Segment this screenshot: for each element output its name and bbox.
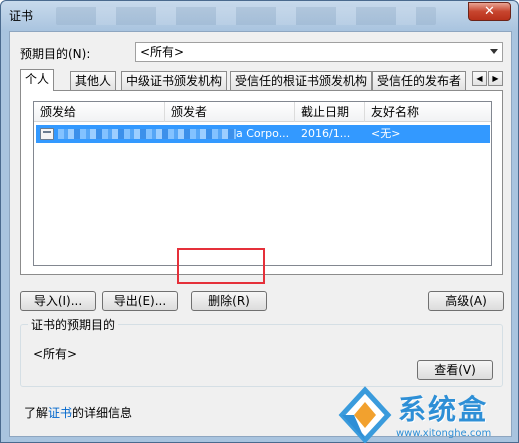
tab-scroll-right-icon[interactable]: ▶: [488, 71, 503, 86]
column-expiration[interactable]: 截止日期: [295, 102, 365, 122]
group-title: 证书的预期目的: [28, 316, 119, 333]
purpose-selected-value: <所有>: [140, 45, 185, 59]
red-highlight-box: [177, 248, 265, 284]
purpose-dropdown[interactable]: <所有>: [135, 42, 503, 62]
tab-personal[interactable]: 个人: [20, 69, 55, 91]
close-button[interactable]: ✕: [468, 2, 511, 21]
chevron-down-icon: [490, 49, 498, 54]
redacted-name: [58, 129, 236, 139]
title-bar[interactable]: 证书 ✕: [1, 1, 518, 31]
cell-expiry: 2016/1...: [301, 127, 351, 140]
tab-scroll-left-icon[interactable]: ◀: [472, 71, 487, 86]
watermark-text: 系统盒: [398, 393, 489, 426]
group-value: <所有>: [33, 347, 78, 361]
learn-more: 了解证书的详细信息: [24, 404, 132, 421]
tab-trusted-publishers[interactable]: 受信任的发布者: [372, 71, 467, 90]
tab-trusted-root-ca[interactable]: 受信任的根证书颁发机构: [230, 71, 373, 90]
column-friendly-name[interactable]: 友好名称: [365, 102, 465, 122]
intended-purposes-group: 证书的预期目的 <所有> 查看(V): [20, 316, 503, 387]
learn-suffix: 的详细信息: [72, 406, 133, 420]
certificate-icon: [40, 128, 54, 140]
store-tabs: 个人 其他人 中级证书颁发机构 受信任的根证书颁发机构 受信任的发布者 ◀ ▶: [20, 69, 510, 91]
column-issued-by[interactable]: 颁发者: [165, 102, 295, 122]
delete-button[interactable]: 删除(R): [191, 291, 267, 311]
tab-other-people[interactable]: 其他人: [70, 71, 117, 90]
tab-intermediate-ca[interactable]: 中级证书颁发机构: [121, 71, 228, 90]
certificate-list[interactable]: 颁发给 颁发者 截止日期 友好名称 a Corpo... 2016/1... <…: [33, 101, 492, 266]
list-header: 颁发给 颁发者 截止日期 友好名称: [34, 102, 491, 122]
column-issued-to[interactable]: 颁发给: [34, 102, 165, 122]
watermark-logo-icon: [338, 386, 392, 443]
learn-prefix: 了解: [24, 406, 49, 420]
window-title: 证书: [9, 9, 34, 23]
site-watermark: 系统盒 www.xitonghe.com: [336, 386, 519, 443]
export-button[interactable]: 导出(E)...: [102, 291, 178, 311]
certificates-dialog: 证书 ✕ 预期目的(N): <所有> 个人 其他人 中级证书颁发机构 受信任的根…: [0, 0, 519, 443]
watermark-url: www.xitonghe.com: [396, 428, 492, 439]
certificates-link[interactable]: 证书: [48, 406, 72, 420]
purpose-label: 预期目的(N):: [20, 47, 91, 61]
advanced-button[interactable]: 高级(A): [428, 291, 504, 311]
table-row[interactable]: a Corpo... 2016/1... <无>: [36, 125, 490, 143]
import-button[interactable]: 导入(I)...: [20, 291, 96, 311]
view-button[interactable]: 查看(V): [417, 360, 493, 380]
cell-friendly-name: <无>: [371, 127, 401, 140]
blurred-background-tabs: [56, 7, 436, 25]
cell-issued-by: a Corpo...: [236, 127, 290, 140]
dialog-client-area: 预期目的(N): <所有> 个人 其他人 中级证书颁发机构 受信任的根证书颁发机…: [9, 31, 512, 437]
